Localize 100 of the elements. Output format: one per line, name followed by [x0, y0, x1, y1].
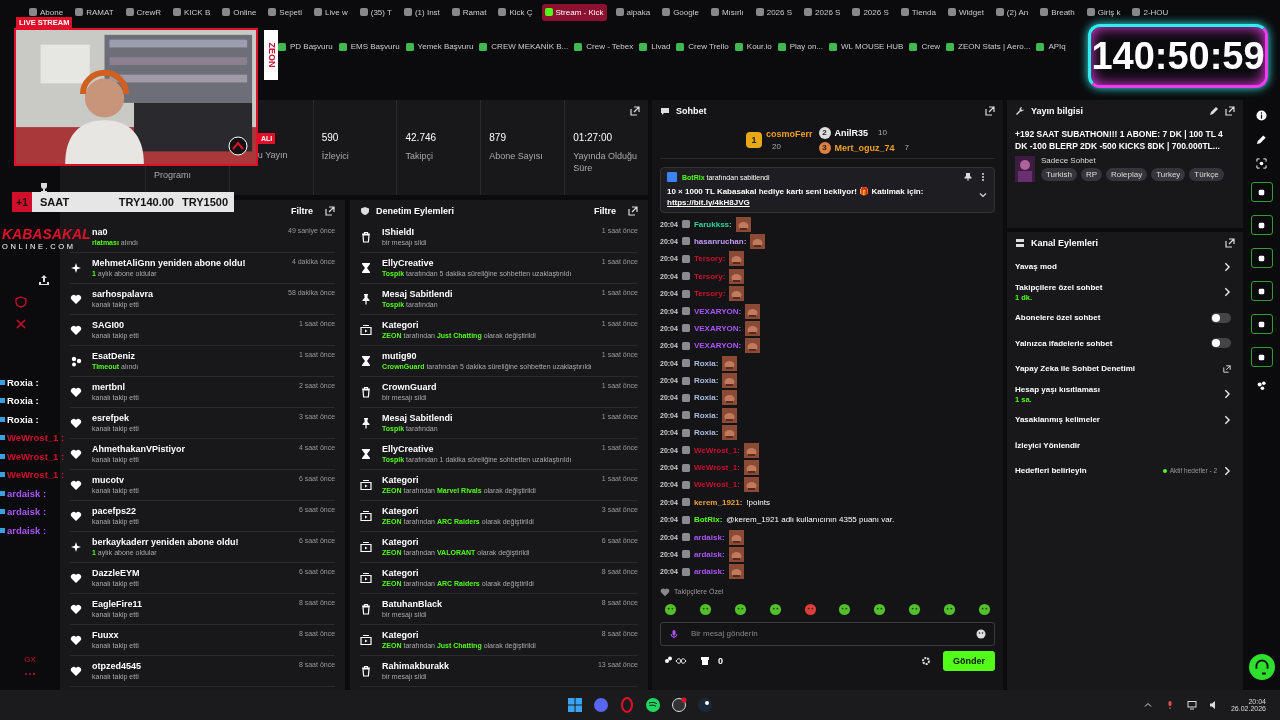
chat-username[interactable]: Roxia: [693, 393, 719, 403]
tag[interactable]: Turkey [1151, 167, 1186, 181]
emote-icon[interactable] [803, 602, 817, 616]
tool-button[interactable] [1250, 215, 1273, 235]
bookmark[interactable]: CREW MEKANİK B... [479, 42, 569, 51]
settings-icon[interactable] [921, 655, 931, 666]
emoji-icon[interactable] [976, 628, 986, 639]
browser-tab[interactable]: Live w [311, 3, 351, 21]
browser-tab[interactable]: Mısırlı [707, 3, 747, 21]
ring-icon[interactable] [619, 697, 635, 713]
chevron-right-icon[interactable] [1223, 261, 1231, 272]
setting-label[interactable]: Abonelere özel sohbet [1015, 313, 1205, 323]
browser-tab[interactable]: 2026 S [849, 3, 892, 21]
tool-button[interactable] [1250, 182, 1273, 202]
browser-tab[interactable]: Tienda [897, 3, 939, 21]
tool-button[interactable] [1250, 248, 1273, 268]
chat-username[interactable]: Roxia: [693, 428, 719, 438]
send-button[interactable]: Gönder [943, 650, 995, 671]
browser-tab[interactable]: Widget [944, 3, 987, 21]
trophy-icon[interactable] [38, 182, 50, 194]
bookmark[interactable]: Yemek Başvuru [405, 42, 474, 51]
music-icon[interactable] [645, 697, 661, 713]
tool-button[interactable] [1250, 347, 1273, 367]
emote-icon[interactable] [733, 602, 747, 616]
chat-username[interactable]: Roxia: [693, 376, 719, 386]
setting-label[interactable]: Hesap yaşı kısıtlaması [1015, 384, 1217, 394]
setting-label[interactable]: Yalnızca ifadelerle sohbet [1015, 338, 1205, 348]
bookmark[interactable]: Play on... [777, 42, 824, 51]
tag[interactable]: RP [1080, 167, 1103, 181]
category-name[interactable]: Sadece Sohbet [1041, 155, 1224, 165]
pencil-icon[interactable] [1209, 106, 1219, 116]
chat-username[interactable]: hasanruchan: [693, 236, 747, 246]
chevron-right-icon[interactable] [1223, 287, 1231, 298]
bookmark[interactable]: Crew Trello [676, 42, 729, 51]
upload-icon[interactable] [38, 274, 50, 286]
chat-username[interactable]: Roxia: [693, 410, 719, 420]
chat-username[interactable]: BotRix: [693, 515, 723, 525]
browser-tab[interactable]: Breath [1037, 3, 1078, 21]
chat-username[interactable]: Farukkss: [693, 219, 732, 229]
scan-icon[interactable] [1256, 158, 1267, 169]
emote-icon[interactable] [943, 602, 956, 616]
browser-tab[interactable]: Kick Ç [495, 3, 536, 21]
toggle-switch[interactable] [1211, 338, 1231, 349]
setting-label[interactable]: Yavaş mod [1015, 262, 1217, 272]
chevron-right-icon[interactable] [1223, 414, 1231, 425]
chat-username[interactable]: ardaisk: [693, 567, 725, 577]
shield-icon[interactable] [15, 296, 27, 308]
bookmark[interactable]: Crew [909, 42, 941, 51]
emote-icon[interactable] [838, 602, 852, 616]
points-icon[interactable] [664, 655, 688, 666]
expand-icon[interactable] [628, 206, 638, 216]
pin-icon[interactable] [963, 172, 973, 182]
support-icon[interactable] [1248, 654, 1275, 680]
browser-tab[interactable]: RAMAT [72, 3, 117, 21]
bookmark[interactable]: ZEON Stats | Aero... [946, 42, 1031, 51]
emote-icon[interactable] [873, 602, 887, 616]
bookmark[interactable]: Crew - Tebex [574, 42, 634, 51]
emote-icon[interactable] [698, 602, 712, 616]
external-link-icon[interactable] [1223, 363, 1231, 374]
browser-tab[interactable]: CrewR [122, 3, 164, 21]
toggle-switch[interactable] [1211, 312, 1231, 323]
filter-link[interactable]: Filtre [291, 206, 314, 216]
chat-username[interactable]: Roxia: [693, 358, 719, 368]
emote-icon[interactable] [977, 602, 991, 616]
chat-username[interactable]: VEXARYON: [693, 306, 742, 316]
setting-label[interactable]: Takipçilere özel sohbet [1015, 282, 1217, 292]
browser-tab[interactable]: 2-HOU [1129, 3, 1172, 21]
browser-tab[interactable]: (1) Inst [400, 3, 443, 21]
chevron-down-icon[interactable] [978, 190, 988, 200]
emote-icon[interactable] [768, 602, 782, 616]
dots-icon[interactable] [1256, 380, 1267, 391]
tag[interactable]: Turkish [1041, 167, 1077, 181]
expand-icon[interactable] [630, 106, 640, 116]
chat-app-icon[interactable] [593, 697, 609, 713]
pencil-icon[interactable] [1256, 134, 1267, 145]
monitor-icon[interactable] [1186, 700, 1197, 710]
browser-tab[interactable]: Online [219, 3, 260, 21]
browser-tab[interactable]: KICK B [170, 3, 214, 21]
expand-icon[interactable] [1225, 106, 1235, 116]
browser-tab[interactable]: Giriş k [1083, 3, 1124, 21]
tool-button[interactable] [1250, 314, 1273, 334]
emote-icon[interactable] [908, 602, 922, 616]
chevron-up-icon[interactable] [1142, 700, 1153, 710]
bookmark[interactable]: WL MOUSE HUB [829, 42, 904, 51]
game-store-icon[interactable] [697, 697, 713, 713]
expand-icon[interactable] [985, 106, 995, 116]
store-icon[interactable] [700, 655, 710, 666]
setting-label[interactable]: Yapay Zeka ile Sohbet Denetimi [1015, 364, 1217, 374]
tool-button[interactable] [1250, 281, 1273, 301]
setting-label[interactable]: Hedefleri belirleyin [1015, 466, 1157, 476]
browser-tab[interactable]: 2026 S [752, 3, 796, 21]
info-icon[interactable] [1256, 110, 1267, 121]
record-icon[interactable] [671, 697, 687, 713]
chat-username[interactable]: VEXARYON: [693, 341, 742, 351]
browser-tab[interactable]: Ramat [448, 3, 490, 21]
pinned-link[interactable]: https://bit.ly/4kH8JVG [667, 198, 750, 208]
bookmark[interactable]: APIq [1036, 42, 1066, 51]
setting-label[interactable]: İzleyici Yönlendir [1015, 440, 1231, 450]
x-logo-icon[interactable] [15, 318, 27, 330]
message-field[interactable]: Bir mesaj gönderin [660, 621, 995, 646]
